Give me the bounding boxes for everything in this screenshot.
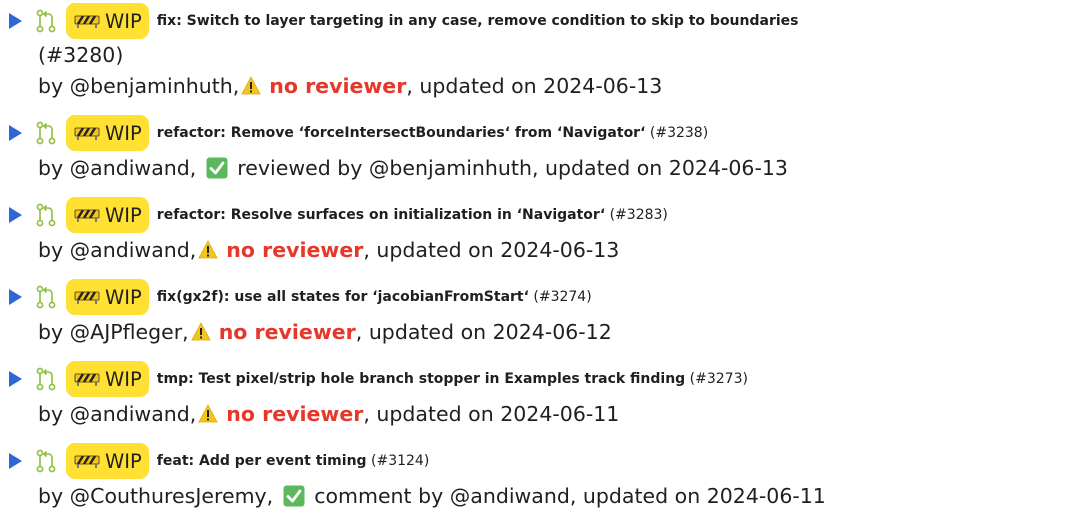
merge-request-icon: [36, 449, 56, 473]
mr-title-row: WIP fix: Switch to layer targeting in an…: [0, 2, 1068, 40]
author-link[interactable]: @benjaminhuth,: [70, 74, 240, 98]
warning-icon: [198, 404, 218, 423]
list-item: WIP fix(gx2f): use all states for ‘jacob…: [0, 278, 1068, 348]
wip-badge: WIP: [66, 279, 149, 315]
wip-badge: WIP: [66, 361, 149, 397]
mr-meta-row: by @andiwand, no reviewer , updated on 2…: [0, 234, 1068, 266]
list-item: WIP feat: Add per event timing (#3124) b…: [0, 442, 1068, 512]
author-link[interactable]: @andiwand,: [70, 156, 197, 180]
updated-date: , updated on 2024-06-13: [406, 74, 663, 98]
author-link[interactable]: @andiwand,: [70, 402, 197, 426]
mr-title[interactable]: feat: Add per event timing: [157, 453, 367, 469]
merge-request-icon: [36, 9, 56, 33]
updated-date: , updated on 2024-06-11: [363, 402, 620, 426]
wip-label: WIP: [105, 121, 142, 145]
mr-title[interactable]: refactor: Resolve surfaces on initializa…: [157, 207, 605, 223]
author-link[interactable]: @AJPfleger,: [70, 320, 189, 344]
author-link[interactable]: @CouthuresJeremy,: [70, 484, 274, 508]
construction-icon: [74, 209, 100, 222]
reviewer-status: no reviewer: [226, 238, 364, 262]
wip-badge: WIP: [66, 197, 149, 233]
construction-icon: [74, 291, 100, 304]
by-label: by: [38, 238, 70, 262]
reviewer-status: comment by @andiwand: [314, 484, 570, 508]
by-label: by: [38, 484, 70, 508]
reviewer-status: no reviewer: [269, 74, 407, 98]
mr-meta-row: by @andiwand, reviewed by @benjaminhuth …: [0, 152, 1068, 184]
merge-request-icon: [36, 203, 56, 227]
reviewer-status: no reviewer: [226, 402, 364, 426]
wip-label: WIP: [105, 367, 142, 391]
mr-title-row: WIP fix(gx2f): use all states for ‘jacob…: [0, 278, 1068, 316]
mr-meta-row: by @andiwand, no reviewer , updated on 2…: [0, 398, 1068, 430]
list-item: WIP refactor: Resolve surfaces on initia…: [0, 196, 1068, 266]
list-item: WIP refactor: Remove ‘forceIntersectBoun…: [0, 114, 1068, 184]
updated-date: , updated on 2024-06-11: [569, 484, 826, 508]
merge-request-icon: [36, 367, 56, 391]
by-label: by: [38, 320, 70, 344]
mr-meta-row: by @CouthuresJeremy, comment by @andiwan…: [0, 480, 1068, 512]
by-label: by: [38, 156, 70, 180]
list-item: WIP fix: Switch to layer targeting in an…: [0, 2, 1068, 102]
mr-title[interactable]: fix: Switch to layer targeting in any ca…: [157, 13, 799, 29]
mr-meta-row: by @AJPfleger, no reviewer , updated on …: [0, 316, 1068, 348]
construction-icon: [74, 15, 100, 28]
mr-title-row: WIP refactor: Resolve surfaces on initia…: [0, 196, 1068, 234]
by-label: by: [38, 74, 70, 98]
reviewer-status: reviewed by @benjaminhuth: [237, 156, 532, 180]
updated-date: , updated on 2024-06-13: [363, 238, 620, 262]
check-icon: [206, 157, 228, 179]
wip-label: WIP: [105, 9, 142, 33]
wip-badge: WIP: [66, 115, 149, 151]
mr-title[interactable]: tmp: Test pixel/strip hole branch stoppe…: [157, 371, 685, 387]
merge-request-icon: [36, 285, 56, 309]
wip-badge: WIP: [66, 443, 149, 479]
mr-title-row: WIP refactor: Remove ‘forceIntersectBoun…: [0, 114, 1068, 152]
construction-icon: [74, 127, 100, 140]
mr-number[interactable]: (#3124): [371, 453, 429, 469]
list-item: WIP tmp: Test pixel/strip hole branch st…: [0, 360, 1068, 430]
expand-caret-icon[interactable]: [9, 289, 22, 305]
mr-title[interactable]: fix(gx2f): use all states for ‘jacobianF…: [157, 289, 529, 305]
mr-title-row: WIP feat: Add per event timing (#3124): [0, 442, 1068, 480]
wip-label: WIP: [105, 203, 142, 227]
warning-icon: [241, 76, 261, 95]
wip-label: WIP: [105, 449, 142, 473]
construction-icon: [74, 373, 100, 386]
wip-label: WIP: [105, 285, 142, 309]
merge-request-icon: [36, 121, 56, 145]
warning-icon: [198, 240, 218, 259]
by-label: by: [38, 402, 70, 426]
updated-date: , updated on 2024-06-13: [531, 156, 788, 180]
expand-caret-icon[interactable]: [9, 207, 22, 223]
expand-caret-icon[interactable]: [9, 371, 22, 387]
expand-caret-icon[interactable]: [9, 125, 22, 141]
wip-badge: WIP: [66, 3, 149, 39]
mr-number-row: (#3280): [0, 40, 1068, 70]
merge-request-list: WIP fix: Switch to layer targeting in an…: [0, 0, 1068, 511]
mr-number[interactable]: (#3273): [690, 371, 748, 387]
mr-number[interactable]: (#3274): [533, 289, 591, 305]
construction-icon: [74, 455, 100, 468]
mr-number[interactable]: (#3238): [650, 125, 708, 141]
reviewer-status: no reviewer: [218, 320, 356, 344]
mr-number[interactable]: (#3283): [610, 207, 668, 223]
check-icon: [283, 485, 305, 507]
author-link[interactable]: @andiwand,: [70, 238, 197, 262]
updated-date: , updated on 2024-06-12: [355, 320, 612, 344]
warning-icon: [191, 322, 211, 341]
mr-title[interactable]: refactor: Remove ‘forceIntersectBoundari…: [157, 125, 646, 141]
expand-caret-icon[interactable]: [9, 453, 22, 469]
mr-title-row: WIP tmp: Test pixel/strip hole branch st…: [0, 360, 1068, 398]
mr-meta-row: by @benjaminhuth, no reviewer , updated …: [0, 70, 1068, 102]
expand-caret-icon[interactable]: [9, 13, 22, 29]
mr-number[interactable]: (#3280): [38, 43, 123, 67]
